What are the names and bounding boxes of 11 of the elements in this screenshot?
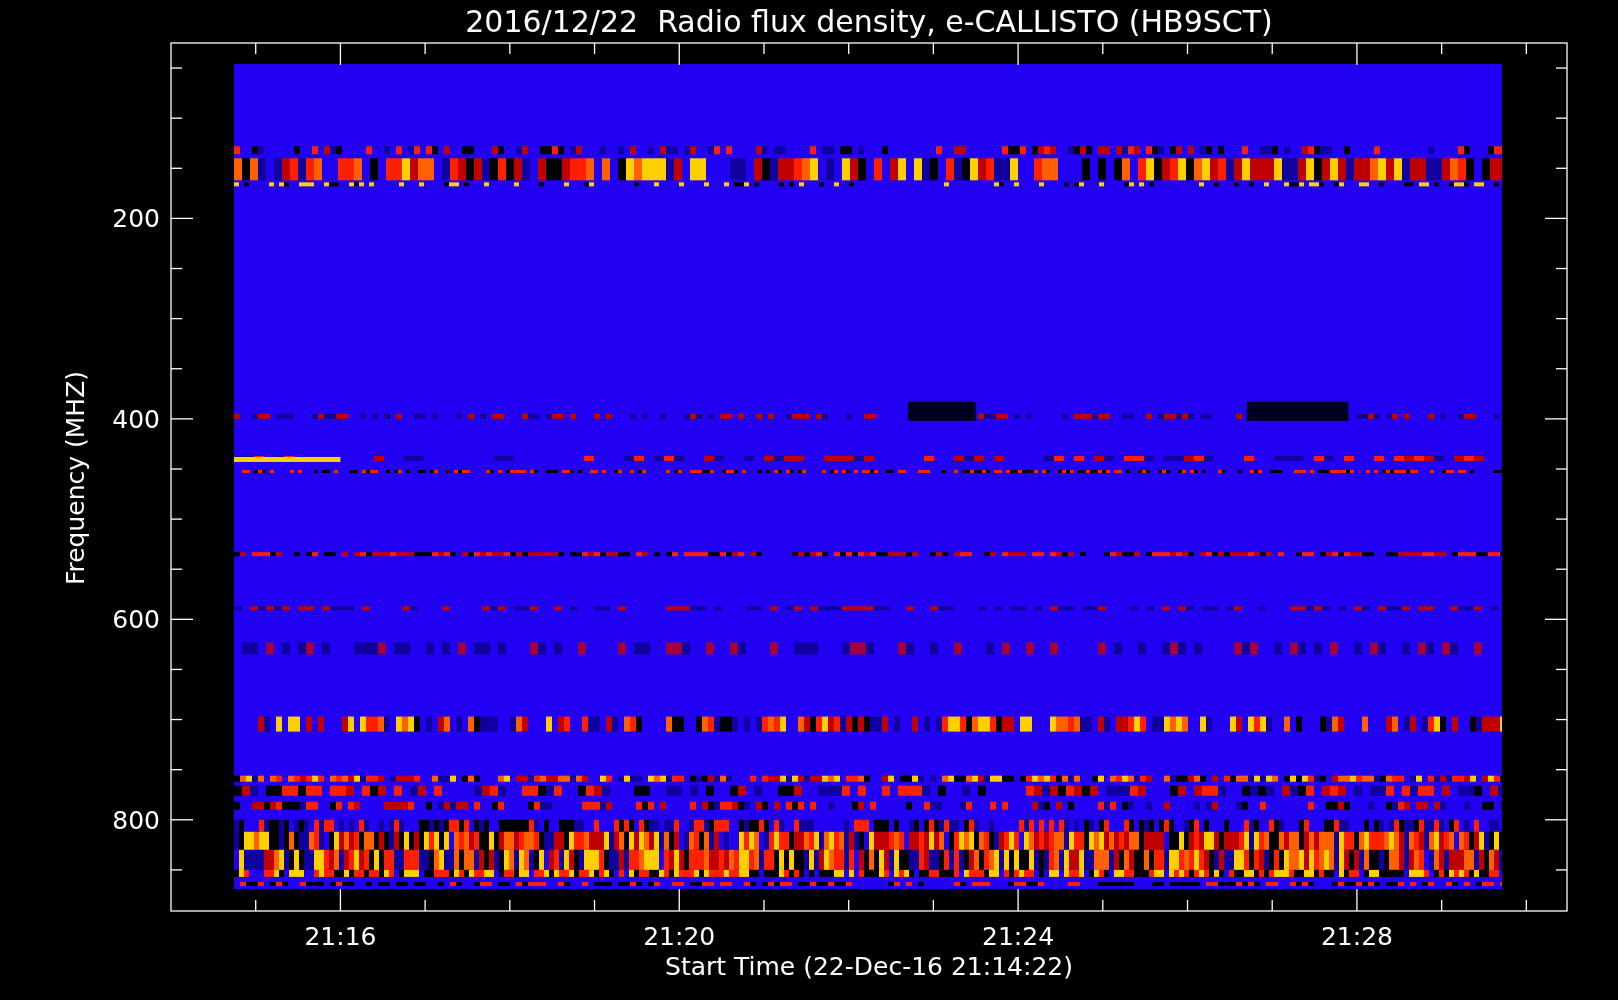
tick-label: 600 xyxy=(112,605,160,635)
tick-label: 200 xyxy=(112,204,160,234)
tick-label: 21:16 xyxy=(304,922,377,951)
tick-label: 21:20 xyxy=(643,922,716,951)
tick-label: 21:24 xyxy=(982,922,1055,951)
axis-label: Start Time (22-Dec-16 21:14:22) xyxy=(665,952,1073,981)
tick-label: 800 xyxy=(112,805,160,835)
tick-label: 21:28 xyxy=(1320,922,1393,951)
axis-label: Frequency (MHZ) xyxy=(61,370,90,586)
tick-label: 400 xyxy=(112,404,160,434)
chart-title: 2016/12/22 Radio flux density, e-CALLISTO (HB9SCT) xyxy=(465,4,1273,39)
